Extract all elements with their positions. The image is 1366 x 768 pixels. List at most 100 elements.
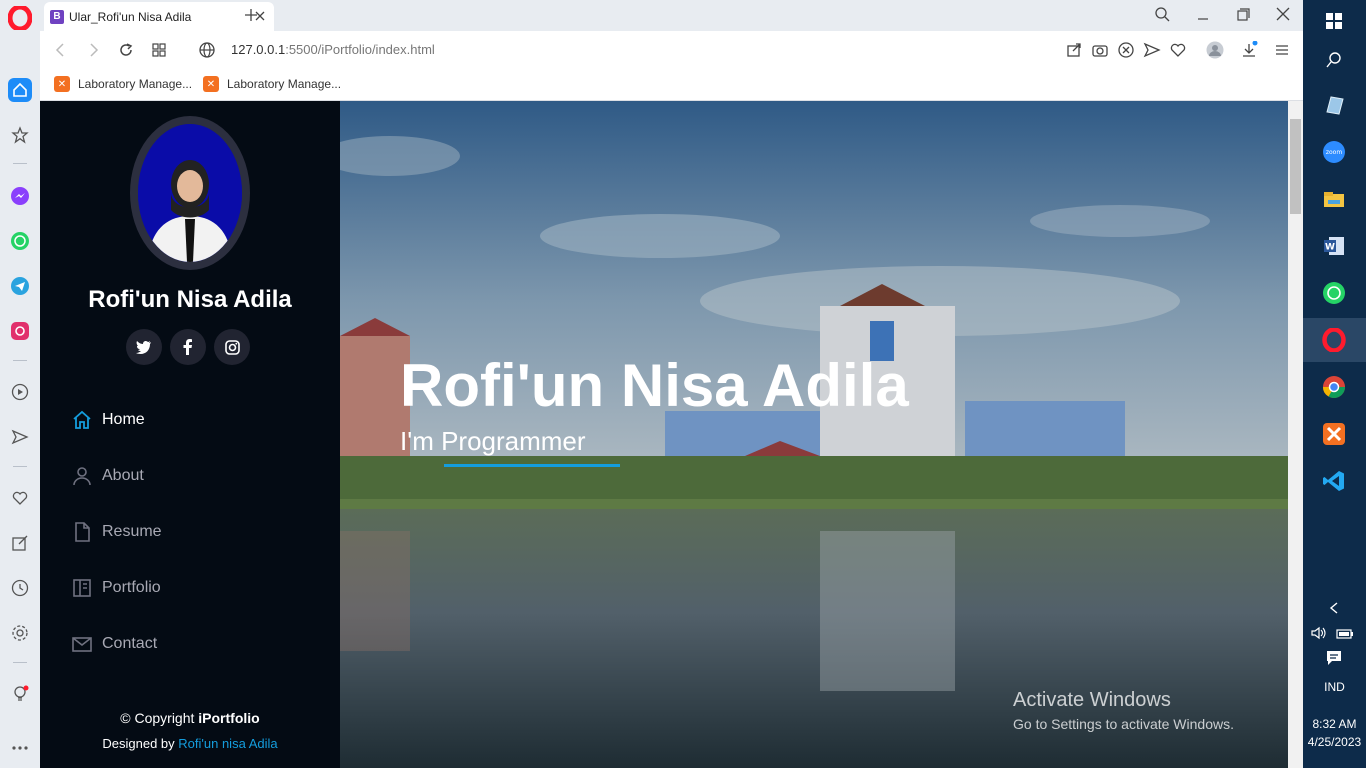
ad-block-icon[interactable]	[1117, 41, 1135, 59]
globe-icon[interactable]	[198, 41, 216, 59]
close-window-icon[interactable]	[1272, 5, 1294, 25]
speed-dial-icon[interactable]	[150, 41, 168, 59]
send-tab-icon[interactable]	[1143, 41, 1161, 59]
send-icon[interactable]	[8, 425, 32, 449]
chrome-icon[interactable]	[1321, 374, 1347, 400]
home-icon[interactable]	[8, 78, 32, 102]
facebook-link[interactable]	[170, 329, 206, 365]
page-scrollbar[interactable]	[1288, 101, 1303, 768]
copyright-prefix: © Copyright	[120, 710, 199, 726]
search-tabs-icon[interactable]	[1152, 5, 1174, 25]
portfolio-icon	[70, 576, 94, 600]
minimize-icon[interactable]	[1192, 5, 1214, 25]
scrollbar-thumb[interactable]	[1290, 119, 1301, 214]
nav-label: About	[102, 467, 144, 484]
hero-section: Rofi'un Nisa Adila I'm Programmer Activa…	[340, 101, 1288, 768]
download-icon[interactable]	[1240, 40, 1258, 59]
bookmark-item[interactable]: ✕ Laboratory Manage...	[203, 76, 341, 92]
typed-underline	[444, 464, 620, 467]
history-icon[interactable]	[8, 576, 32, 600]
portfolio-sidebar: Rofi'un Nisa Adila Home About Resume Por…	[40, 101, 340, 768]
tablet-app-icon[interactable]	[1321, 92, 1347, 118]
new-tab-icon[interactable]	[242, 6, 260, 24]
pinboard-icon[interactable]	[8, 531, 32, 555]
battery-icon[interactable]	[1334, 620, 1356, 646]
file-icon	[70, 520, 94, 544]
more-icon[interactable]	[8, 736, 32, 760]
search-icon[interactable]	[1321, 47, 1347, 73]
nav-home[interactable]: Home	[70, 400, 310, 440]
instagram-icon[interactable]	[8, 319, 32, 343]
notification-icon[interactable]	[1321, 645, 1347, 671]
tab-title: Ular_Rofi'un Nisa Adila	[69, 9, 192, 24]
nav-contact[interactable]: Contact	[70, 624, 310, 664]
chevron-left-icon[interactable]	[1321, 595, 1347, 621]
instagram-link[interactable]	[214, 329, 250, 365]
opera-sidebar	[0, 0, 40, 768]
share-icon[interactable]	[1065, 41, 1083, 59]
bookmark-label: Laboratory Manage...	[227, 77, 342, 91]
credits-author-link[interactable]: Rofi'un nisa Adila	[178, 736, 277, 751]
opera-taskbar-icon[interactable]	[1321, 327, 1347, 353]
telegram-icon[interactable]	[8, 274, 32, 298]
reload-icon[interactable]	[117, 41, 135, 59]
easy-setup-icon[interactable]	[1273, 41, 1291, 59]
clock-date[interactable]: 4/25/2023	[1303, 735, 1366, 749]
url-host: 127.0.0.1	[231, 42, 286, 57]
copyright: © Copyright iPortfolio	[40, 710, 340, 726]
back-icon[interactable]	[52, 41, 70, 59]
sidebar-divider	[13, 163, 27, 164]
nav-label: Home	[102, 411, 145, 428]
url-input[interactable]: 127.0.0.1:5500/iPortfolio/index.html	[231, 42, 435, 57]
svg-text:W: W	[1325, 243, 1335, 253]
profile-photo	[130, 116, 250, 270]
svg-text:zoom: zoom	[1326, 149, 1342, 156]
hero-subtitle: I'm Programmer	[400, 426, 586, 456]
bookmark-heart-icon[interactable]	[1169, 41, 1187, 59]
sidebar-divider	[13, 662, 27, 663]
vscode-icon[interactable]	[1321, 468, 1347, 494]
zoom-icon[interactable]: zoom	[1321, 139, 1347, 165]
watermark-subtitle: Go to Settings to activate Windows.	[1013, 716, 1234, 732]
watermark-title: Activate Windows	[1013, 689, 1171, 711]
page-content: Rofi'un Nisa Adila Home About Resume Por…	[40, 101, 1288, 768]
volume-icon[interactable]	[1309, 620, 1329, 646]
star-icon[interactable]	[8, 123, 32, 147]
nav-portfolio[interactable]: Portfolio	[70, 568, 310, 608]
hero-title: Rofi'un Nisa Adila	[400, 352, 909, 419]
profile-name: Rofi'un Nisa Adila	[88, 286, 292, 313]
settings-icon[interactable]	[8, 621, 32, 645]
opera-logo-icon[interactable]	[7, 4, 33, 32]
windows-start-icon[interactable]	[1321, 8, 1347, 34]
active-tab[interactable]: B Ular_Rofi'un Nisa Adila	[44, 2, 274, 31]
whatsapp-icon[interactable]	[1321, 280, 1347, 306]
twitter-link[interactable]	[126, 329, 162, 365]
restore-icon[interactable]	[1232, 5, 1254, 25]
user-icon	[70, 464, 94, 488]
file-explorer-icon[interactable]	[1321, 186, 1347, 212]
heart-icon[interactable]	[8, 486, 32, 510]
profile-avatar-icon[interactable]	[1206, 41, 1224, 59]
xampp-icon: ✕	[203, 76, 219, 92]
address-bar: 127.0.0.1:5500/iPortfolio/index.html	[40, 31, 1303, 69]
bookmarks-bar: ✕ Laboratory Manage... ✕ Laboratory Mana…	[40, 69, 1303, 101]
player-icon[interactable]	[8, 380, 32, 404]
nav-label: Portfolio	[102, 579, 161, 596]
nav-resume[interactable]: Resume	[70, 512, 310, 552]
language-indicator[interactable]: IND	[1303, 680, 1366, 694]
messenger-icon[interactable]	[8, 184, 32, 208]
bookmark-item[interactable]: ✕ Laboratory Manage...	[54, 76, 192, 92]
clock-time[interactable]: 8:32 AM	[1303, 717, 1366, 731]
lightbulb-icon[interactable]	[8, 682, 32, 706]
bookmark-label: Laboratory Manage...	[78, 77, 193, 91]
camera-icon[interactable]	[1091, 41, 1109, 59]
nav-about[interactable]: About	[70, 456, 310, 496]
whatsapp-icon[interactable]	[8, 229, 32, 253]
credits: Designed by Rofi'un nisa Adila	[40, 736, 340, 751]
twitter-icon	[136, 340, 151, 354]
forward-icon[interactable]	[84, 41, 102, 59]
envelope-icon	[70, 632, 94, 656]
word-icon[interactable]: W	[1321, 233, 1347, 259]
xampp-icon: ✕	[54, 76, 70, 92]
xampp-icon[interactable]	[1321, 421, 1347, 447]
